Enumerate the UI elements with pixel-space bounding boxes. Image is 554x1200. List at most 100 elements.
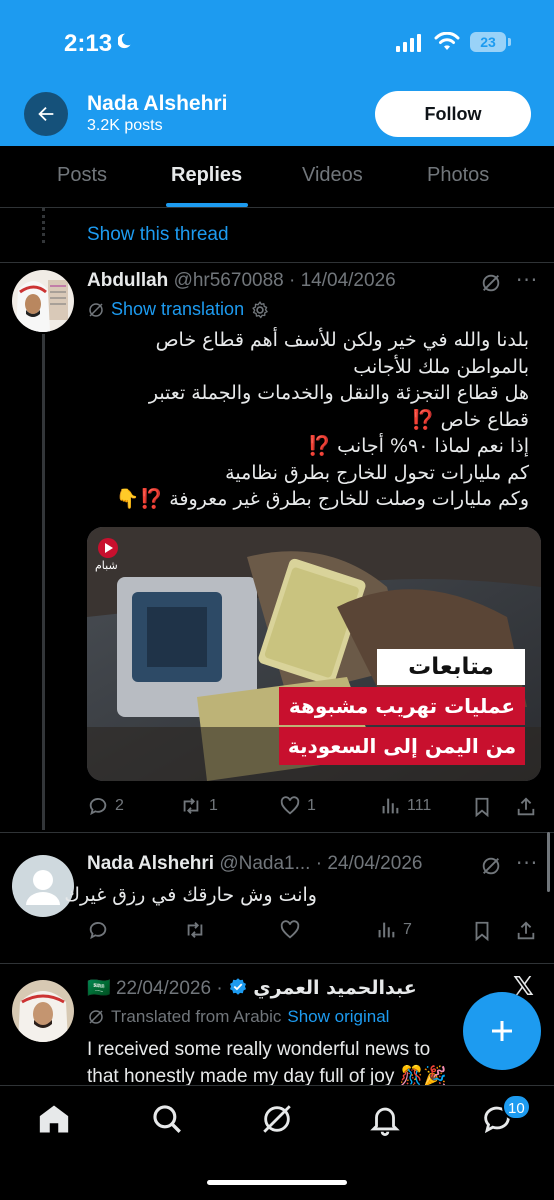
avatar-abdullah[interactable] — [12, 270, 74, 332]
tweet-text-line: بالمواطن ملك للأجانب — [353, 355, 529, 378]
media-banner-line1: عمليات تهريب مشبوهة — [279, 687, 525, 725]
views-count: 7 — [403, 921, 412, 938]
avatar-alomari[interactable] — [12, 980, 74, 1042]
active-tab-indicator — [166, 203, 248, 207]
tweet2-text: وانت وش حارقك في رزق غيرك — [64, 882, 317, 909]
tweet-text-line: إذا نعم لماذا ٩٠% أجانب ⁉️ — [307, 435, 529, 457]
tweet3-header: 🇸🇦 عبدالحميد العمري · 22/04/2026 — [87, 976, 417, 1000]
compose-post-button[interactable] — [463, 992, 541, 1070]
author-handle[interactable]: @Nada1... — [219, 853, 310, 874]
news-logo-icon — [98, 538, 118, 558]
grok-small-icon — [89, 1010, 103, 1024]
tweet-media-image[interactable]: شبام متابعات عمليات تهريب مشبوهة من اليم… — [87, 527, 541, 781]
notifications-bell-icon[interactable] — [368, 1102, 402, 1136]
tweet-text-line: كم مليارات تحول للخارج بطرق نظامية — [225, 461, 529, 484]
meta-separator: · — [310, 853, 328, 874]
views-button[interactable]: 7 — [375, 919, 412, 941]
author-name[interactable]: عبدالحميد العمري — [253, 977, 416, 999]
reply-icon[interactable] — [87, 919, 109, 941]
like-count: 1 — [307, 797, 316, 814]
more-options-icon[interactable]: ··· — [516, 851, 538, 875]
post-count: 3.2K posts — [87, 117, 163, 134]
meta-separator: · — [211, 978, 228, 999]
author-name[interactable]: Abdullah — [87, 270, 168, 291]
news-logo-text: شبام — [95, 559, 118, 572]
divider — [0, 832, 554, 833]
status-time: 2:13 — [64, 30, 113, 57]
translated-from-label: Translated from Arabic — [111, 1007, 282, 1026]
views-button[interactable]: 111 — [379, 795, 431, 817]
share-icon[interactable] — [515, 795, 537, 819]
show-translation-link[interactable]: Show translation — [111, 299, 244, 320]
like-button[interactable]: 1 — [279, 795, 316, 817]
messages-badge: 10 — [502, 1094, 531, 1120]
reply-button[interactable]: 2 — [87, 795, 124, 817]
tweet-date[interactable]: 14/04/2026 — [301, 270, 396, 291]
views-chart-icon — [382, 798, 399, 814]
follow-button[interactable]: Follow — [375, 91, 531, 137]
profile-header: Nada Alshehri 3.2K posts Follow — [0, 86, 554, 146]
repost-button[interactable]: 1 — [179, 795, 218, 817]
divider — [0, 963, 554, 964]
tweet-text-line: وكم مليارات وصلت للخارج بطرق غير معروفة … — [115, 488, 529, 510]
grok-icon[interactable] — [480, 855, 502, 877]
author-name[interactable]: Nada Alshehri — [87, 853, 214, 874]
tab-videos[interactable]: Videos — [302, 164, 363, 187]
grok-icon[interactable] — [260, 1102, 294, 1136]
tweet-date[interactable]: 24/04/2026 — [327, 853, 422, 874]
divider — [0, 262, 554, 263]
thread-line — [42, 334, 45, 830]
avatar-image — [12, 980, 74, 1042]
search-icon[interactable] — [150, 1102, 184, 1136]
views-chart-icon — [378, 922, 395, 938]
translation-info-row: Translated from Arabic Show original — [87, 1007, 389, 1027]
profile-tabs: Posts Replies Videos Photos — [0, 146, 554, 208]
wifi-icon — [434, 32, 460, 50]
verified-badge-icon — [229, 978, 246, 995]
tweet-date[interactable]: 22/04/2026 — [116, 978, 211, 999]
tab-posts[interactable]: Posts — [57, 164, 107, 187]
reply-icon — [89, 798, 107, 816]
thread-dotted-line — [42, 208, 45, 243]
share-icon[interactable] — [515, 919, 537, 943]
tweet-text-line: بلدنا والله في خير ولكن للأسف أهم قطاع خ… — [155, 329, 529, 351]
show-original-link[interactable]: Show original — [287, 1007, 389, 1027]
status-bar: 2:13 23 — [0, 0, 554, 86]
flag-icon: 🇸🇦 — [87, 978, 111, 999]
home-indicator — [207, 1180, 347, 1185]
plus-icon — [492, 1021, 512, 1041]
repost-icon — [183, 798, 199, 814]
back-button[interactable] — [24, 92, 68, 136]
grok-small-icon — [89, 302, 103, 317]
bookmark-icon[interactable] — [471, 919, 493, 943]
translation-row: Show translation — [87, 299, 270, 320]
heart-icon — [280, 796, 300, 815]
moon-icon — [118, 33, 131, 49]
tweet-text-line: وانت وش حارقك في رزق غيرك — [64, 884, 317, 906]
tweet2-actions: 7 — [87, 919, 537, 943]
settings-gear-icon[interactable] — [250, 300, 270, 320]
show-thread-link[interactable]: Show this thread — [87, 224, 229, 246]
avatar-image — [12, 270, 74, 332]
repost-count: 1 — [209, 797, 218, 814]
tweet-text-line: هل قطاع التجزئة والنقل والخدمات والجملة … — [148, 382, 529, 404]
heart-icon[interactable] — [279, 919, 301, 941]
reply-count: 2 — [115, 797, 124, 814]
tab-replies[interactable]: Replies — [171, 164, 242, 187]
views-count: 111 — [407, 797, 432, 814]
battery-indicator: 23 — [470, 32, 506, 52]
tweet1-actions: 2 1 1 111 — [87, 795, 537, 819]
repost-icon[interactable] — [183, 919, 207, 941]
scroll-indicator — [547, 832, 550, 892]
tab-photos[interactable]: Photos — [427, 164, 489, 187]
media-banner-line2: من اليمن إلى السعودية — [279, 727, 525, 765]
author-handle[interactable]: @hr5670088 — [174, 270, 284, 291]
grok-icon[interactable] — [480, 272, 502, 294]
tweet1-text: بلدنا والله في خير ولكن للأسف أهم قطاع خ… — [87, 327, 529, 513]
home-icon[interactable] — [37, 1102, 71, 1136]
tweet-text-line: قطاع خاص ⁉️ — [410, 408, 529, 431]
meta-separator: · — [283, 270, 301, 291]
tweet2-header: Nada Alshehri @Nada1... · 24/04/2026 — [87, 853, 422, 875]
more-options-icon[interactable]: ··· — [516, 268, 538, 292]
bookmark-icon[interactable] — [471, 795, 493, 819]
